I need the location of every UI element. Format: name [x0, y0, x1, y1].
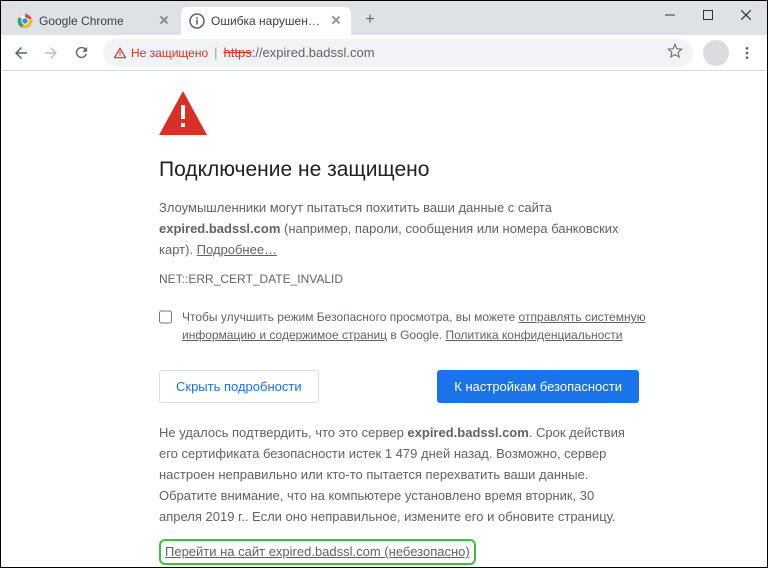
minimize-button[interactable] — [651, 1, 689, 29]
button-row: Скрыть подробности К настройкам безопасн… — [159, 370, 639, 403]
toolbar: Не защищено | https://expired.badssl.com — [1, 35, 767, 71]
details-text: Не удалось подтвердить, что это сервер e… — [159, 423, 639, 527]
close-icon[interactable] — [157, 14, 171, 28]
page-content: Подключение не защищено Злоумышленники м… — [1, 71, 767, 569]
window-controls — [651, 1, 765, 35]
info-icon — [189, 13, 205, 29]
reporting-checkbox-row: Чтобы улучшить режим Безопасного просмот… — [159, 308, 649, 344]
close-icon[interactable] — [329, 14, 343, 28]
menu-button[interactable] — [733, 39, 761, 67]
forward-button[interactable] — [37, 39, 65, 67]
reload-button[interactable] — [67, 39, 95, 67]
security-label: Не защищено — [131, 46, 208, 60]
tab-title: Ошибка нарушения конфиденциальности — [211, 14, 325, 28]
proceed-link[interactable]: Перейти на сайт expired.badssl.com (небе… — [165, 544, 470, 559]
tab-chrome[interactable]: Google Chrome — [9, 7, 179, 35]
intro-text: Злоумышленники могут пытаться похитить в… — [159, 198, 639, 260]
learn-more-link[interactable]: Подробнее… — [197, 242, 277, 257]
back-to-safety-button[interactable]: К настройкам безопасности — [437, 370, 639, 403]
privacy-link[interactable]: Политика конфиденциальности — [445, 328, 622, 342]
security-indicator[interactable]: Не защищено — [113, 46, 208, 60]
proceed-highlight: Перейти на сайт expired.badssl.com (небе… — [159, 539, 476, 565]
warning-icon — [113, 46, 127, 60]
back-button[interactable] — [7, 39, 35, 67]
warning-triangle-icon — [159, 91, 767, 140]
maximize-button[interactable] — [689, 1, 727, 29]
close-window-button[interactable] — [727, 1, 765, 29]
new-tab-button[interactable]: + — [357, 7, 383, 33]
page-title: Подключение не защищено — [159, 158, 767, 182]
reporting-checkbox[interactable] — [159, 310, 172, 324]
tab-error[interactable]: Ошибка нарушения конфиденциальности — [181, 7, 351, 35]
chrome-icon — [17, 13, 33, 29]
titlebar: Google Chrome Ошибка нарушения конфиденц… — [1, 1, 767, 35]
tab-title: Google Chrome — [39, 14, 153, 28]
bookmark-icon[interactable] — [667, 43, 683, 62]
address-bar[interactable]: Не защищено | https://expired.badssl.com — [103, 39, 693, 67]
url-text: https://expired.badssl.com — [224, 45, 375, 60]
hide-details-button[interactable]: Скрыть подробности — [159, 370, 319, 403]
profile-avatar[interactable] — [703, 40, 729, 66]
error-code: NET::ERR_CERT_DATE_INVALID — [159, 272, 767, 286]
